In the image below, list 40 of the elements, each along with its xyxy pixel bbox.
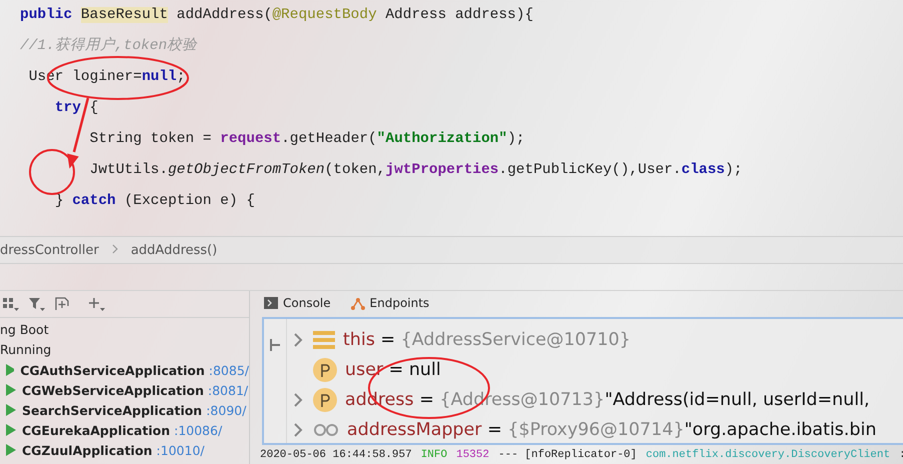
tree-item[interactable]: ng Boot bbox=[0, 320, 49, 340]
annotation-ellipse bbox=[29, 149, 75, 195]
variable-entry[interactable]: this = {AddressService@10710} bbox=[343, 330, 631, 350]
parameter-icon bbox=[313, 358, 337, 382]
expand-icon[interactable] bbox=[293, 422, 303, 438]
variable-entry[interactable]: addressMapper = {$Proxy96@10714}"org.apache.ibatis.bin bbox=[347, 420, 876, 440]
list-icon bbox=[313, 330, 335, 350]
tab[interactable]: Console bbox=[262, 294, 333, 312]
add-group-icon[interactable] bbox=[54, 296, 70, 312]
run-icon bbox=[6, 364, 14, 376]
breadcrumb-item[interactable]: dressController bbox=[0, 242, 99, 258]
tree-item[interactable]: CGEurekaApplication :10086/ bbox=[22, 422, 222, 438]
tree-item[interactable]: SearchServiceApplication :8090/ bbox=[22, 402, 246, 418]
code-line: //1.获得用户,token校验 bbox=[20, 36, 198, 56]
parameter-icon bbox=[313, 388, 337, 412]
tree-item[interactable]: CGZuulApplication :10010/ bbox=[22, 442, 204, 458]
collapse-icon[interactable] bbox=[269, 337, 281, 353]
add-icon[interactable] bbox=[88, 296, 106, 312]
tab[interactable]: Endpoints bbox=[348, 294, 432, 312]
expand-icon[interactable] bbox=[293, 332, 303, 348]
variable-entry[interactable]: user = null bbox=[345, 360, 441, 380]
run-icon bbox=[6, 444, 16, 456]
tree-item[interactable]: CGAuthServiceApplication :8085/ bbox=[20, 362, 249, 378]
code-line: JwtUtils.getObjectFromToken(token,jwtProperties.getPublicKey(),User.class); bbox=[90, 161, 742, 180]
run-icon bbox=[6, 404, 16, 416]
filter-icon[interactable] bbox=[28, 296, 46, 312]
breadcrumb-item[interactable]: addAddress() bbox=[130, 242, 218, 258]
code-line: String token = request.getHeader("Authorization"); bbox=[90, 130, 525, 149]
run-icon bbox=[6, 424, 16, 436]
link-icon bbox=[313, 423, 339, 437]
code-line: try { bbox=[54, 99, 98, 118]
expand-icon[interactable] bbox=[293, 392, 303, 408]
grid-icon[interactable] bbox=[2, 296, 20, 312]
tree-item[interactable]: Running bbox=[0, 340, 52, 360]
endpoints-icon bbox=[350, 296, 365, 310]
code-line: public BaseResult addAddress(@RequestBody Address address){ bbox=[20, 6, 534, 25]
console-icon bbox=[264, 297, 278, 309]
tree-item[interactable]: CGWebServiceApplication :8081/ bbox=[22, 382, 248, 398]
run-icon bbox=[6, 384, 16, 396]
log-line: 2020-05-06 16:44:58.957 INFO 15352 --- [nfoReplicator-0] com.netflix.discovery.DiscoveryClient : bbox=[259, 448, 903, 463]
